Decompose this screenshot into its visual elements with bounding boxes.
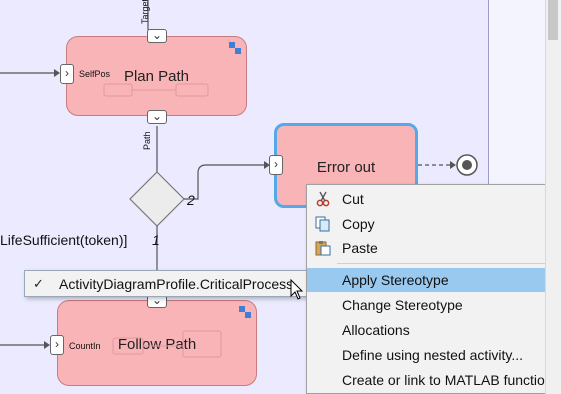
- menu-item-label: Apply Stereotype: [342, 272, 449, 288]
- hierarchy-icon: [239, 306, 251, 318]
- scrollbar-thumb[interactable]: [548, 0, 558, 40]
- decision-node: [129, 171, 185, 227]
- flow-line-branch-2: [184, 164, 266, 200]
- countin-input-pin[interactable]: ›: [50, 335, 64, 355]
- action-name: Error out: [316, 159, 376, 176]
- menu-item-cut[interactable]: Cut: [307, 187, 560, 211]
- edge-label-target: Target: [140, 0, 150, 24]
- guard-label-2: 2: [187, 192, 195, 208]
- scissors-icon: [316, 191, 330, 207]
- checkmark-icon: ✓: [33, 276, 44, 291]
- menu-item-matlab-function[interactable]: Create or link to MATLAB function...: [307, 368, 561, 392]
- guard-condition: LifeSufficient(token)]: [0, 232, 128, 248]
- menu-item-paste[interactable]: Paste: [307, 236, 560, 260]
- pin-label-selfpos: SelfPos: [79, 69, 111, 79]
- menu-item-allocations[interactable]: Allocations: [307, 318, 560, 342]
- nested-activity-glyph: [103, 83, 209, 97]
- menu-separator: [337, 263, 559, 264]
- menu-item-label: Create or link to MATLAB function...: [342, 372, 561, 388]
- mouse-pointer-icon: [290, 279, 304, 300]
- selfpos-input-pin[interactable]: ›: [60, 64, 74, 84]
- menu-item-label: Define using nested activity...: [342, 347, 524, 363]
- plan-path-path-port[interactable]: ⌄: [147, 110, 167, 124]
- menu-item-change-stereotype[interactable]: Change Stereotype: [307, 293, 560, 317]
- menu-item-define-nested-activity[interactable]: Define using nested activity...: [307, 343, 560, 367]
- edge-label-path: Path: [142, 131, 152, 150]
- hierarchy-icon: [229, 42, 241, 54]
- error-out-input-pin[interactable]: ›: [269, 155, 283, 175]
- menu-item-label: Copy: [342, 216, 375, 232]
- vertical-scrollbar[interactable]: [545, 0, 561, 394]
- copy-icon: [315, 216, 330, 232]
- menu-item-apply-stereotype[interactable]: Apply Stereotype: [307, 268, 560, 292]
- stereotype-submenu[interactable]: ✓ ActivityDiagramProfile.CriticalProcess: [24, 270, 311, 297]
- context-menu[interactable]: Cut Copy Paste Apply Stereotype Change S…: [306, 184, 561, 394]
- menu-item-label: Cut: [342, 191, 364, 207]
- plan-path-top-port[interactable]: ⌄: [147, 29, 167, 43]
- menu-item-copy[interactable]: Copy: [307, 212, 560, 236]
- menu-item-label: Paste: [342, 240, 378, 256]
- pin-label-countin: CountIn: [69, 341, 101, 351]
- nested-activity-glyph: [112, 330, 222, 358]
- menu-item-label: Change Stereotype: [342, 297, 463, 313]
- guard-label-1: 1: [152, 232, 160, 248]
- paste-icon: [315, 241, 331, 256]
- menu-item-label: Allocations: [342, 322, 410, 338]
- stereotype-option-critical-process[interactable]: ActivityDiagramProfile.CriticalProcess: [59, 276, 293, 292]
